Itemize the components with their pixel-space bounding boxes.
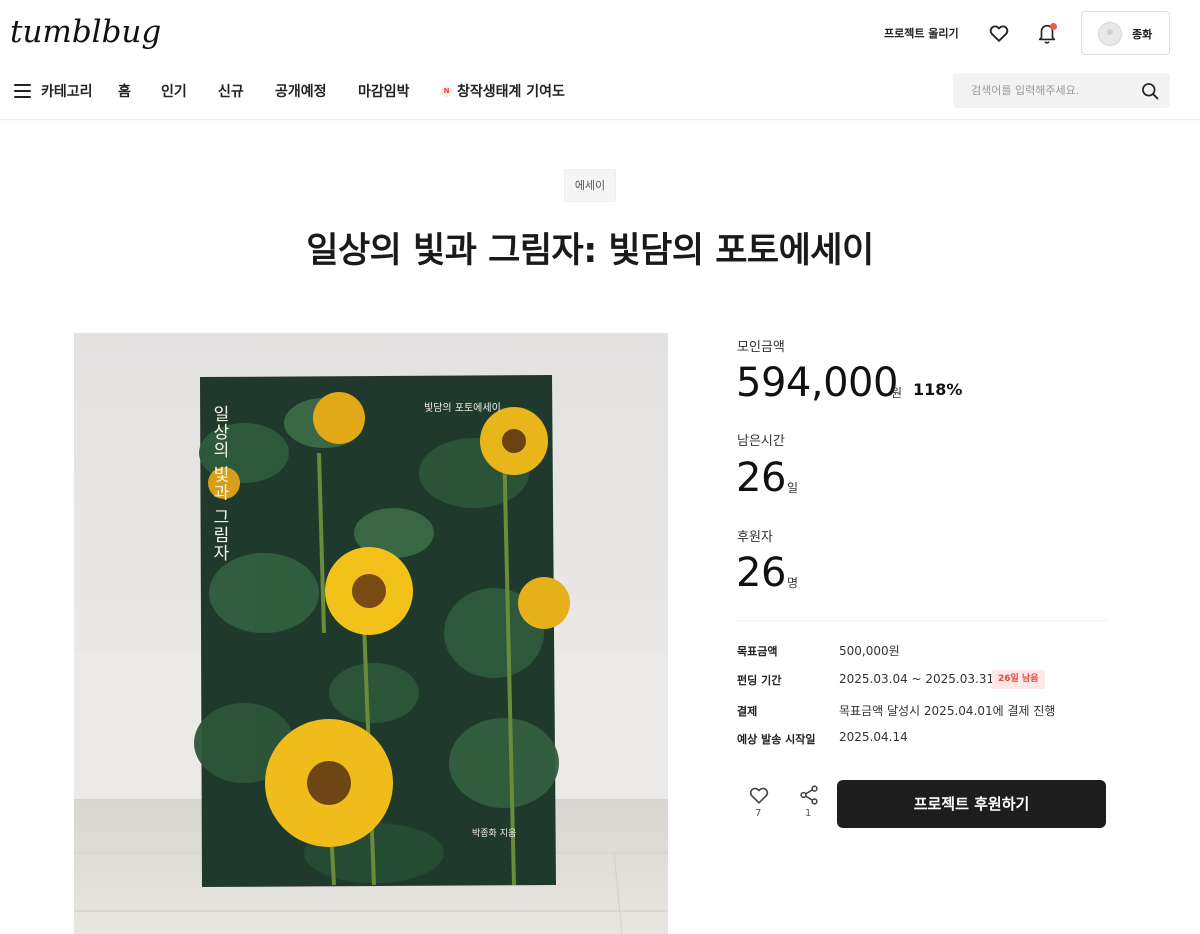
nav-category[interactable]: 카테고리 xyxy=(41,81,93,101)
amount-unit: 원 xyxy=(891,386,903,400)
goal-label: 목표금액 xyxy=(737,645,778,658)
nav-closing-soon[interactable]: 마감임박 xyxy=(358,81,410,101)
like-count: 7 xyxy=(755,808,762,819)
payment-value: 목표금액 달성시 2025.04.01에 결제 진행 xyxy=(839,704,1056,718)
site-header: tumblbug 프로젝트 올리기 종화 카테고리 홈 인기 신규 공개예정 마… xyxy=(0,0,1200,120)
search-icon[interactable] xyxy=(1140,81,1160,101)
payment-label: 결제 xyxy=(737,705,758,718)
notification-dot xyxy=(1050,23,1057,30)
search-input[interactable] xyxy=(953,73,1133,108)
book-photo-illustration xyxy=(74,333,668,934)
back-project-button[interactable]: 프로젝트 후원하기 xyxy=(837,780,1106,828)
category-tag[interactable]: 에세이 xyxy=(564,169,616,202)
share-count: 1 xyxy=(805,808,812,819)
nav-new[interactable]: 신규 xyxy=(218,81,244,101)
profile-button[interactable]: 종화 xyxy=(1081,11,1170,55)
backers-unit: 명 xyxy=(787,576,799,590)
achievement-percent: 118% xyxy=(913,380,963,399)
backers-value: 26 xyxy=(736,550,786,596)
stats-divider xyxy=(737,620,1106,621)
project-cover-image: 빛담의 포토에세이 일상의 빛과 그림자 박종화 지음 xyxy=(74,333,668,934)
goal-value: 500,000원 xyxy=(839,644,900,658)
cover-author: 박종화 지음 xyxy=(472,829,517,839)
time-left-value: 26 xyxy=(736,455,786,501)
nav-ecosystem-contribution[interactable]: 창작생태계 기여도 xyxy=(457,81,565,101)
time-left-label: 남은시간 xyxy=(737,434,785,449)
new-badge: N xyxy=(441,86,452,97)
backers-label: 후원자 xyxy=(737,530,773,545)
hamburger-menu-icon[interactable] xyxy=(14,84,31,98)
upload-project-link[interactable]: 프로젝트 올리기 xyxy=(884,25,959,41)
cover-subtitle: 빛담의 포토에세이 xyxy=(424,403,501,414)
period-value: 2025.03.04 ~ 2025.03.31 xyxy=(839,672,995,686)
cover-title: 일상의 빛과 그림자 xyxy=(209,405,229,562)
search-box xyxy=(953,73,1170,108)
ship-date-label: 예상 발송 시작일 xyxy=(737,733,816,746)
profile-name: 종화 xyxy=(1132,28,1153,41)
tumblbug-logo[interactable]: tumblbug xyxy=(10,14,161,50)
nav-home[interactable]: 홈 xyxy=(118,81,131,101)
nav-popular[interactable]: 인기 xyxy=(161,81,187,101)
heart-icon[interactable] xyxy=(988,22,1010,44)
period-label: 펀딩 기간 xyxy=(737,674,782,687)
heart-icon[interactable] xyxy=(748,784,770,806)
days-left-badge: 26일 남음 xyxy=(992,670,1045,689)
nav-upcoming[interactable]: 공개예정 xyxy=(275,81,327,101)
project-title: 일상의 빛과 그림자: 빛담의 포토에세이 xyxy=(306,231,874,271)
avatar xyxy=(1098,22,1122,46)
time-left-unit: 일 xyxy=(787,481,799,495)
amount-value: 594,000 xyxy=(736,360,898,406)
share-icon[interactable] xyxy=(798,784,820,806)
amount-label: 모인금액 xyxy=(737,340,785,355)
ship-date-value: 2025.04.14 xyxy=(839,730,908,744)
